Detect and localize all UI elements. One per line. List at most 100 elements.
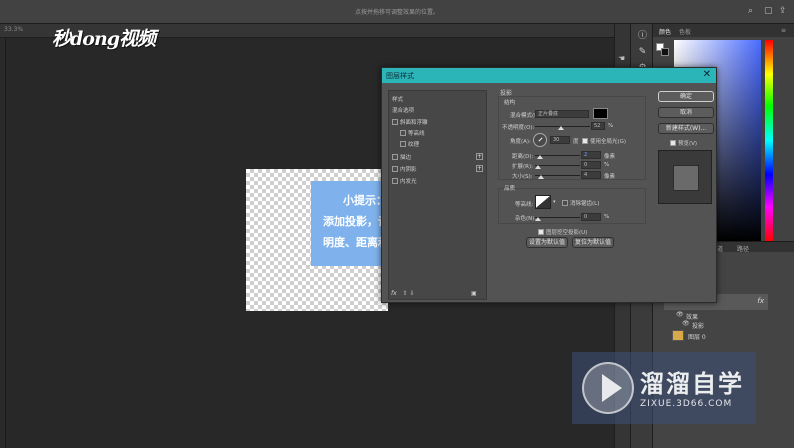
opacity-thumb[interactable] <box>558 126 564 130</box>
effect-item-inner-shadow[interactable]: 内阴影 <box>392 165 417 174</box>
checkbox[interactable] <box>392 178 398 184</box>
checkbox[interactable] <box>538 229 544 235</box>
angle-unit: 度 <box>573 139 579 145</box>
brush-icon[interactable]: ✎ <box>636 46 649 59</box>
styles-header[interactable]: 样式 <box>392 95 403 104</box>
size-thumb[interactable] <box>538 175 544 179</box>
effect-item-stroke[interactable]: 描边 <box>392 153 411 162</box>
watermark-brand: 溜溜自学 <box>640 370 744 398</box>
noise-label: 杂色(N): <box>515 216 537 222</box>
global-light-label: 使用全局光(G) <box>590 139 627 145</box>
cancel-button[interactable]: 取消 <box>658 107 714 118</box>
new-style-button[interactable]: 新建样式(W)... <box>658 123 714 134</box>
preview-checkbox[interactable]: 预览(V) <box>670 139 697 147</box>
hue-slider[interactable] <box>765 40 773 241</box>
noise-thumb[interactable] <box>535 217 541 221</box>
noise-track[interactable] <box>535 217 580 218</box>
play-icon <box>602 374 622 402</box>
tab-color[interactable]: 颜色 <box>659 27 671 36</box>
checkbox[interactable] <box>400 141 406 147</box>
checkbox[interactable] <box>670 140 676 146</box>
opacity-unit: % <box>608 123 614 129</box>
spread-track[interactable] <box>535 165 580 166</box>
spread-label: 扩展(R): <box>512 164 533 170</box>
share-icon[interactable]: ⇪ <box>779 6 787 16</box>
tab-paths[interactable]: 路径 <box>737 244 749 253</box>
checkbox[interactable] <box>392 154 398 160</box>
set-default-button[interactable]: 设置为默认值 <box>526 237 568 248</box>
eye-icon[interactable]: 👁 <box>682 320 690 327</box>
angle-label: 角度(A): <box>510 139 531 145</box>
distance-unit: 像素 <box>604 154 616 160</box>
size-label: 大小(S): <box>512 174 533 180</box>
quality-label: 品质 <box>504 186 516 192</box>
effect-label: 描边 <box>400 155 412 161</box>
fx-badge: fx <box>757 297 764 305</box>
anti-alias-checkbox[interactable]: 消除锯齿(L) <box>562 199 599 207</box>
effect-label: 纹理 <box>408 142 420 148</box>
checkbox[interactable] <box>392 119 398 125</box>
effect-item-texture[interactable]: 纹理 <box>400 140 419 149</box>
layer-style-dialog: 图层样式 ✕ 样式 混合选项 斜面和浮雕 等高线 纹理 描边 + 内阴影 + 内… <box>381 67 717 303</box>
contour-dropdown-icon[interactable]: ▾ <box>553 199 556 205</box>
effect-label: 内阴影 <box>400 167 417 173</box>
distance-label: 距离(D): <box>512 154 534 160</box>
opacity-input[interactable]: 52 <box>591 122 605 130</box>
shadow-color-swatch[interactable] <box>593 108 608 119</box>
effect-item-bevel[interactable]: 斜面和浮雕 <box>392 118 428 127</box>
effect-item-contour[interactable]: 等高线 <box>400 129 425 138</box>
size-input[interactable]: 4 <box>581 171 601 179</box>
effect-item-inner-glow[interactable]: 内发光 <box>392 177 417 186</box>
workspace-icon[interactable]: ▢ <box>764 6 773 16</box>
knockout-checkbox[interactable]: 图层挖空投影(U) <box>538 228 587 236</box>
app-title-bar: 点按并拖移可调整效果的位置。 ⌕ ▢ ⇪ <box>0 0 794 24</box>
window-title: 点按并拖移可调整效果的位置。 <box>354 9 439 16</box>
eye-icon[interactable]: 👁 <box>676 311 684 318</box>
ok-button[interactable]: 确定 <box>658 91 714 102</box>
global-light-checkbox[interactable]: 使用全局光(G) <box>582 137 626 145</box>
anti-alias-label: 消除锯齿(L) <box>570 201 600 207</box>
effect-label: 内发光 <box>400 179 417 185</box>
blend-options-item[interactable]: 混合选项 <box>392 106 414 115</box>
add-inner-shadow-icon[interactable]: + <box>476 165 483 172</box>
structure-label: 结构 <box>504 100 516 106</box>
contour-label: 等高线: <box>515 202 534 208</box>
close-icon[interactable]: ✕ <box>703 69 711 80</box>
info-icon[interactable]: ⓘ <box>636 30 649 43</box>
background-color-swatch[interactable] <box>661 48 669 56</box>
preview-label: 预览(V) <box>678 141 698 147</box>
trash-icon[interactable]: ▣ <box>471 290 477 297</box>
angle-dial[interactable] <box>533 133 547 147</box>
tab-swatches[interactable]: 色板 <box>679 27 691 36</box>
blend-mode-select[interactable]: 正片叠底 <box>535 110 589 118</box>
checkbox[interactable] <box>392 166 398 172</box>
reset-default-button[interactable]: 复位为默认值 <box>572 237 614 248</box>
fx-icon[interactable]: fx <box>391 290 397 297</box>
dialog-title-bar[interactable]: 图层样式 ✕ <box>382 68 716 83</box>
spread-thumb[interactable] <box>535 165 541 169</box>
layer-thumbnail <box>672 330 684 341</box>
checkbox[interactable] <box>400 130 406 136</box>
hand-icon[interactable]: ☚ <box>618 54 625 63</box>
styles-list: 样式 混合选项 斜面和浮雕 等高线 纹理 描边 + 内阴影 + 内发光 <box>388 90 487 300</box>
effect-label: 斜面和浮雕 <box>400 120 428 126</box>
document-zoom: 33.3% <box>4 26 24 33</box>
preview-swatch <box>673 165 699 191</box>
panel-menu-icon[interactable]: ≡ <box>781 27 786 34</box>
add-stroke-icon[interactable]: + <box>476 153 483 160</box>
checkbox[interactable] <box>562 200 568 206</box>
noise-input[interactable]: 0 <box>581 213 601 221</box>
checkbox[interactable] <box>582 138 588 144</box>
size-unit: 像素 <box>604 174 616 180</box>
distance-thumb[interactable] <box>537 155 543 159</box>
color-panel-tabs: 颜色 色板 ≡ <box>653 24 794 37</box>
move-arrows-icon[interactable]: ⇧ ⇩ <box>403 290 415 297</box>
search-icon[interactable]: ⌕ <box>748 6 753 16</box>
angle-input[interactable]: 30 <box>550 136 570 144</box>
dialog-title: 图层样式 <box>386 72 414 80</box>
distance-input[interactable]: 2 <box>581 151 601 159</box>
layer-0-row[interactable]: 图层 0 <box>660 329 768 342</box>
spread-unit: % <box>604 162 610 168</box>
contour-picker[interactable] <box>535 195 551 209</box>
spread-input[interactable]: 0 <box>581 161 601 169</box>
